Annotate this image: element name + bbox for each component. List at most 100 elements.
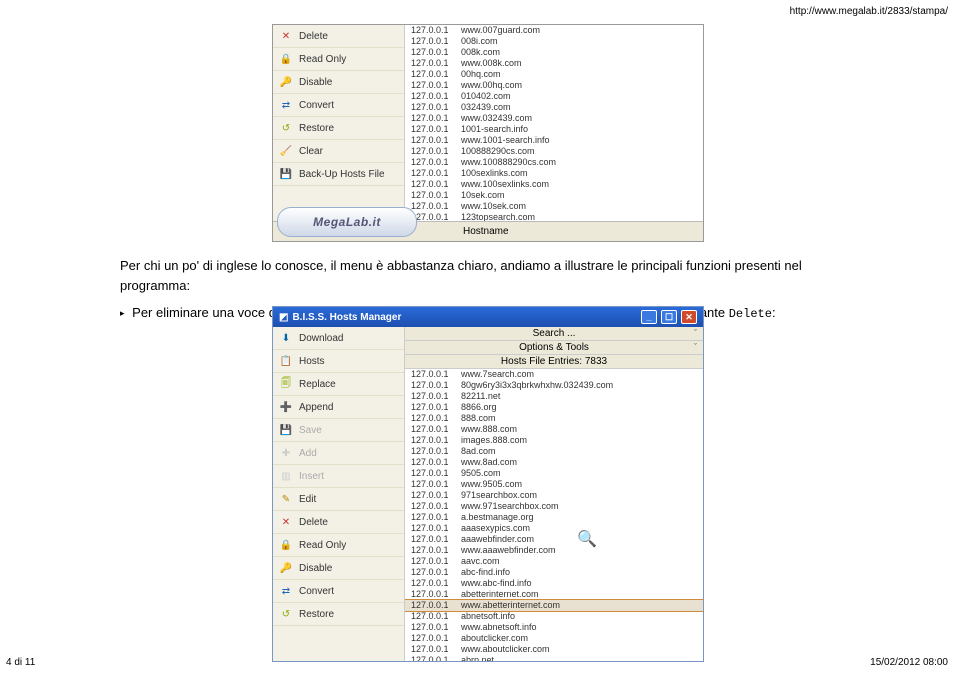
sidebar-item-restore[interactable]: ↺Restore — [273, 603, 404, 626]
host-entry[interactable]: 127.0.0.1aaasexypics.com — [405, 523, 703, 534]
hostname-label: Hostname — [463, 226, 509, 237]
host-ip: 127.0.0.1 — [411, 47, 461, 58]
host-entry[interactable]: 127.0.0.11001-search.info — [405, 124, 703, 135]
chevron-down-icon[interactable]: ˇ — [694, 342, 697, 352]
options-band[interactable]: Options & Tools ˇ — [405, 341, 703, 355]
read-only-icon: 🔒 — [279, 52, 293, 66]
host-entry[interactable]: 127.0.0.1www.00hq.com — [405, 80, 703, 91]
host-entry[interactable]: 127.0.0.1www.aboutclicker.com — [405, 644, 703, 655]
host-entry[interactable]: 127.0.0.1www.10sek.com — [405, 201, 703, 212]
close-button[interactable]: ✕ — [681, 310, 697, 324]
host-ip: 127.0.0.1 — [411, 190, 461, 201]
host-entry[interactable]: 127.0.0.18ad.com — [405, 446, 703, 457]
sidebar-item-label: Edit — [299, 494, 316, 505]
sidebar-item-convert[interactable]: ⇄Convert — [273, 94, 404, 117]
sidebar-item-back-up-hosts-file[interactable]: 💾Back-Up Hosts File — [273, 163, 404, 186]
host-entry[interactable]: 127.0.0.1aavc.com — [405, 556, 703, 567]
host-entry[interactable]: 127.0.0.1abrp.net — [405, 655, 703, 661]
sidebar-item-delete[interactable]: ✕Delete — [273, 511, 404, 534]
host-entry[interactable]: 127.0.0.1www.1001-search.info — [405, 135, 703, 146]
chevron-down-icon[interactable]: ˇ — [694, 328, 697, 338]
sidebar-item-delete[interactable]: ✕Delete — [273, 25, 404, 48]
host-entry[interactable]: 127.0.0.1www.100888290cs.com — [405, 157, 703, 168]
sidebar-item-read-only[interactable]: 🔒Read Only — [273, 48, 404, 71]
host-name: www.971searchbox.com — [461, 501, 559, 511]
host-name: 82211.net — [461, 391, 500, 401]
host-entry[interactable]: 127.0.0.1abetterinternet.com — [405, 589, 703, 600]
sidebar-item-disable[interactable]: 🔑Disable — [273, 557, 404, 580]
window-titlebar: ◩ B.I.S.S. Hosts Manager _ ☐ ✕ — [273, 307, 703, 327]
sidebar-item-clear[interactable]: 🧹Clear — [273, 140, 404, 163]
host-ip: 127.0.0.1 — [411, 578, 461, 589]
host-entry[interactable]: 127.0.0.100hq.com — [405, 69, 703, 80]
sidebar-item-convert[interactable]: ⇄Convert — [273, 580, 404, 603]
sidebar-item-label: Replace — [299, 379, 336, 390]
host-ip: 127.0.0.1 — [411, 512, 461, 523]
host-entry[interactable]: 127.0.0.18866.org — [405, 402, 703, 413]
delete-icon: ✕ — [279, 29, 293, 43]
search-band[interactable]: Search ... ˇ — [405, 327, 703, 341]
maximize-button[interactable]: ☐ — [661, 310, 677, 324]
host-name: 032439.com — [461, 102, 511, 112]
sidebar-item-replace[interactable]: 🗐Replace — [273, 373, 404, 396]
host-entry[interactable]: 127.0.0.1aaawebfinder.com — [405, 534, 703, 545]
host-entry[interactable]: 127.0.0.1a.bestmanage.org — [405, 512, 703, 523]
host-entry[interactable]: 127.0.0.1www.971searchbox.com — [405, 501, 703, 512]
intro-paragraph: Per chi un po' di inglese lo conosce, il… — [120, 256, 840, 295]
host-entry[interactable]: 127.0.0.1www.abetterinternet.com — [405, 600, 703, 611]
host-ip: 127.0.0.1 — [411, 380, 461, 391]
host-entry[interactable]: 127.0.0.1www.abc-find.info — [405, 578, 703, 589]
host-entry[interactable]: 127.0.0.1www.007guard.com — [405, 25, 703, 36]
host-entry[interactable]: 127.0.0.1100sexlinks.com — [405, 168, 703, 179]
host-name: aavc.com — [461, 556, 500, 566]
host-list-panel: 127.0.0.1www.007guard.com127.0.0.1008i.c… — [405, 25, 703, 241]
host-entry[interactable]: 127.0.0.1032439.com — [405, 102, 703, 113]
minimize-button[interactable]: _ — [641, 310, 657, 324]
host-entry[interactable]: 127.0.0.1www.8ad.com — [405, 457, 703, 468]
sidebar-item-edit[interactable]: ✎Edit — [273, 488, 404, 511]
host-ip: 127.0.0.1 — [411, 457, 461, 468]
host-entry[interactable]: 127.0.0.1abc-find.info — [405, 567, 703, 578]
host-entry[interactable]: 127.0.0.1971searchbox.com — [405, 490, 703, 501]
host-entry[interactable]: 127.0.0.110sek.com — [405, 190, 703, 201]
host-entry[interactable]: 127.0.0.1888.com — [405, 413, 703, 424]
sidebar-item-label: Disable — [299, 77, 332, 88]
host-entry[interactable]: 127.0.0.1www.100sexlinks.com — [405, 179, 703, 190]
sidebar-item-hosts[interactable]: 📋Hosts — [273, 350, 404, 373]
host-entry[interactable]: 127.0.0.1www.032439.com — [405, 113, 703, 124]
host-name: www.abetterinternet.com — [461, 600, 560, 610]
host-ip: 127.0.0.1 — [411, 490, 461, 501]
sidebar-item-label: Convert — [299, 100, 334, 111]
host-entry[interactable]: 127.0.0.1008k.com — [405, 47, 703, 58]
host-ip: 127.0.0.1 — [411, 501, 461, 512]
host-entry[interactable]: 127.0.0.1008i.com — [405, 36, 703, 47]
sidebar-item-read-only[interactable]: 🔒Read Only — [273, 534, 404, 557]
sidebar-item-label: Insert — [299, 471, 324, 482]
host-entry[interactable]: 127.0.0.182211.net — [405, 391, 703, 402]
sidebar-item-restore[interactable]: ↺Restore — [273, 117, 404, 140]
host-entry[interactable]: 127.0.0.1www.7search.com — [405, 369, 703, 380]
host-ip: 127.0.0.1 — [411, 589, 461, 600]
host-name: 888.com — [461, 413, 496, 423]
host-ip: 127.0.0.1 — [411, 146, 461, 157]
convert-icon: ⇄ — [279, 584, 293, 598]
host-entry[interactable]: 127.0.0.1www.888.com — [405, 424, 703, 435]
host-entry[interactable]: 127.0.0.1abnetsoft.info — [405, 611, 703, 622]
host-entry[interactable]: 127.0.0.1100888290cs.com — [405, 146, 703, 157]
sidebar-item-disable[interactable]: 🔑Disable — [273, 71, 404, 94]
host-entry[interactable]: 127.0.0.1images.888.com — [405, 435, 703, 446]
sidebar-item-download[interactable]: ⬇Download — [273, 327, 404, 350]
host-ip: 127.0.0.1 — [411, 102, 461, 113]
host-entry[interactable]: 127.0.0.1www.008k.com — [405, 58, 703, 69]
host-entry[interactable]: 127.0.0.1010402.com — [405, 91, 703, 102]
host-entry[interactable]: 127.0.0.19505.com — [405, 468, 703, 479]
host-name: abnetsoft.info — [461, 611, 515, 621]
sidebar-item-append[interactable]: ➕Append — [273, 396, 404, 419]
host-entry[interactable]: 127.0.0.1www.abnetsoft.info — [405, 622, 703, 633]
host-ip: 127.0.0.1 — [411, 622, 461, 633]
host-entry[interactable]: 127.0.0.1www.9505.com — [405, 479, 703, 490]
host-list[interactable]: 127.0.0.1www.7search.com127.0.0.180gw6ry… — [405, 369, 703, 661]
host-entry[interactable]: 127.0.0.1www.aaawebfinder.com — [405, 545, 703, 556]
host-entry[interactable]: 127.0.0.1aboutclicker.com — [405, 633, 703, 644]
host-entry[interactable]: 127.0.0.180gw6ry3i3x3qbrkwhxhw.032439.co… — [405, 380, 703, 391]
